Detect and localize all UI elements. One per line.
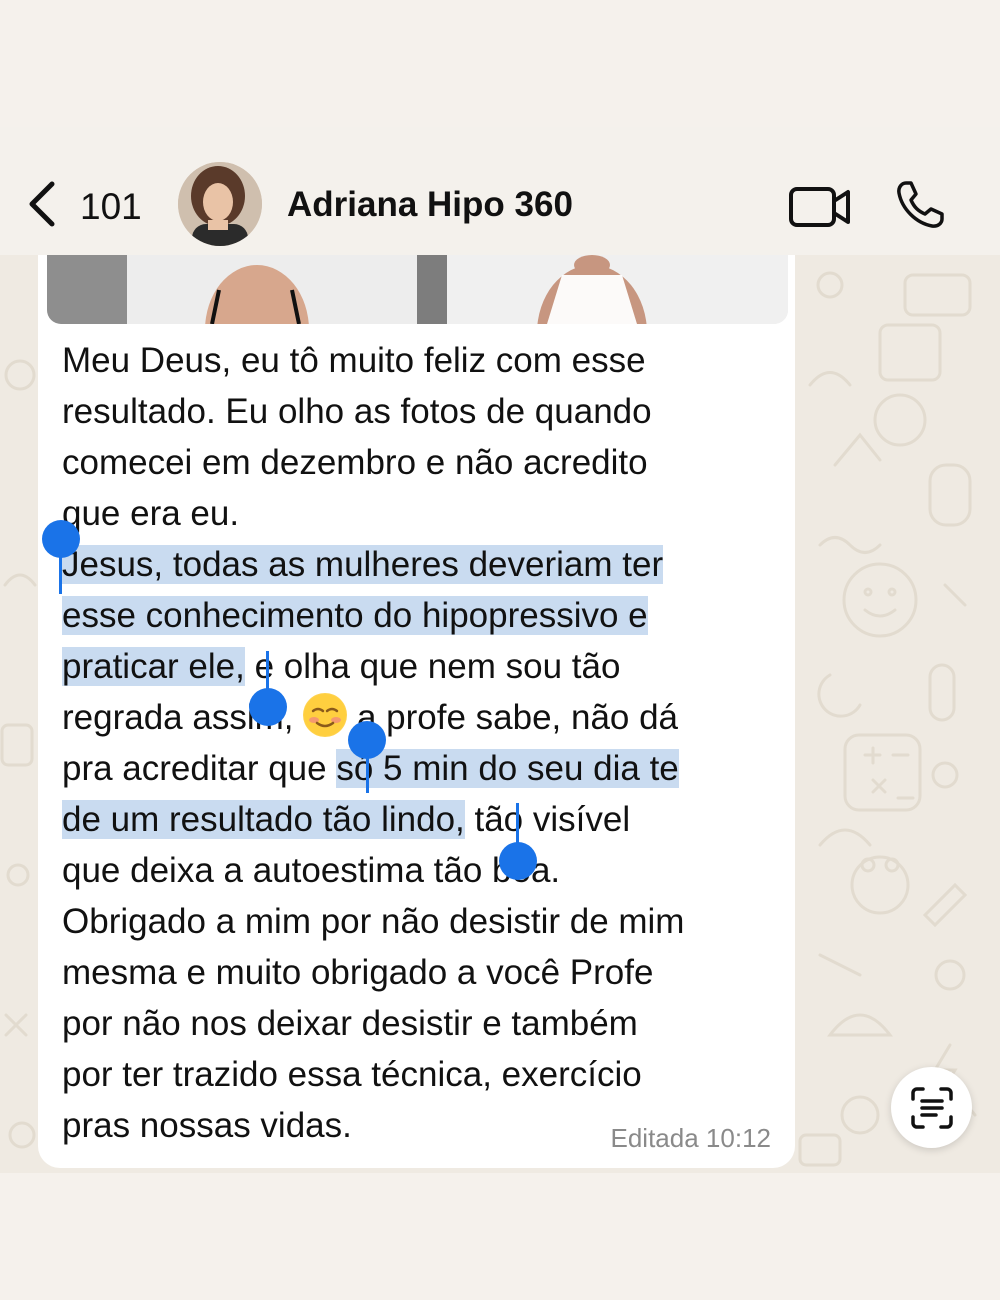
- chat-header: 101 Adriana Hipo 360: [0, 127, 1000, 255]
- chat-area: Meu Deus, eu tô muito feliz com esse resu…: [0, 255, 1000, 1173]
- message-text-segment: pras nossas vidas.: [62, 1106, 352, 1145]
- message-time: 10:12: [705, 1123, 771, 1153]
- message-line: que era eu.: [62, 488, 782, 539]
- selected-text: só 5 min do seu dia te: [336, 749, 679, 788]
- unread-count[interactable]: 101: [80, 187, 142, 227]
- message-text-segment: que deixa a autoestima tão boa.: [62, 851, 561, 890]
- contact-name[interactable]: Adriana Hipo 360: [287, 185, 573, 225]
- edited-label: Editada: [610, 1123, 699, 1153]
- selected-text: de um resultado tão lindo,: [62, 800, 465, 839]
- message-text-segment: mesma e muito obrigado a você Profe: [62, 953, 654, 992]
- message-bubble[interactable]: Meu Deus, eu tô muito feliz com esse resu…: [38, 255, 795, 1168]
- message-text[interactable]: Meu Deus, eu tô muito feliz com esse resu…: [62, 335, 782, 1151]
- avatar[interactable]: [178, 162, 262, 246]
- message-text-segment: Meu Deus, eu tô muito feliz com esse: [62, 341, 646, 380]
- selected-text: Jesus, todas as mulheres deveriam ter: [62, 545, 664, 584]
- message-line: que deixa a autoestima tão boa.: [62, 845, 782, 896]
- message-text-segment: tão visível: [464, 800, 631, 839]
- message-line: por ter trazido essa técnica, exercício: [62, 1049, 782, 1100]
- chevron-left-icon: [29, 181, 55, 227]
- selection-start-handle[interactable]: [348, 721, 386, 759]
- message-line: mesma e muito obrigado a você Profe: [62, 947, 782, 998]
- video-camera-icon: [789, 187, 850, 227]
- message-line: regrada assim, a profe sabe, não dá: [62, 692, 782, 743]
- selected-text: esse conhecimento do hipopressivo e: [62, 596, 648, 635]
- video-call-button[interactable]: [788, 185, 852, 234]
- message-line: Meu Deus, eu tô muito feliz com esse: [62, 335, 782, 386]
- selection-end-handle[interactable]: [249, 688, 287, 726]
- message-text-segment: e olha que nem sou tão: [244, 647, 621, 686]
- back-button[interactable]: [24, 179, 64, 229]
- text-scan-icon: [911, 1087, 953, 1129]
- message-line: Obrigado a mim por não desistir de mim: [62, 896, 782, 947]
- message-photos[interactable]: [47, 255, 788, 324]
- message-line: praticar ele, e olha que nem sou tão: [62, 641, 782, 692]
- message-line: comecei em dezembro e não acredito: [62, 437, 782, 488]
- message-text-segment: que era eu.: [62, 494, 240, 533]
- smiling-blushing-face-emoji: [303, 693, 348, 737]
- message-text-segment: comecei em dezembro e não acredito: [62, 443, 648, 482]
- message-text-segment: Obrigado a mim por não desistir de mim: [62, 902, 685, 941]
- message-text-segment: pra acreditar que: [62, 749, 337, 788]
- message-text-segment: por ter trazido essa técnica, exercício: [62, 1055, 642, 1094]
- scan-text-button[interactable]: [891, 1067, 972, 1148]
- message-meta: Editada 10:12: [611, 1123, 772, 1154]
- message-line: de um resultado tão lindo, tão visível: [62, 794, 782, 845]
- message-line: Jesus, todas as mulheres deveriam ter: [62, 539, 782, 590]
- message-line: pra acreditar que só 5 min do seu dia te: [62, 743, 782, 794]
- phone-icon: [897, 181, 944, 228]
- message-line: resultado. Eu olho as fotos de quando: [62, 386, 782, 437]
- selection-end-handle[interactable]: [499, 842, 537, 880]
- message-line: esse conhecimento do hipopressivo e: [62, 590, 782, 641]
- voice-call-button[interactable]: [894, 179, 946, 236]
- message-text-segment: por não nos deixar desistir e também: [62, 1004, 638, 1043]
- selected-text: praticar ele,: [62, 647, 245, 686]
- message-text-segment: a profe sabe, não dá: [347, 698, 679, 737]
- message-line: por não nos deixar desistir e também: [62, 998, 782, 1049]
- selection-start-handle[interactable]: [42, 520, 80, 558]
- message-text-segment: resultado. Eu olho as fotos de quando: [62, 392, 652, 431]
